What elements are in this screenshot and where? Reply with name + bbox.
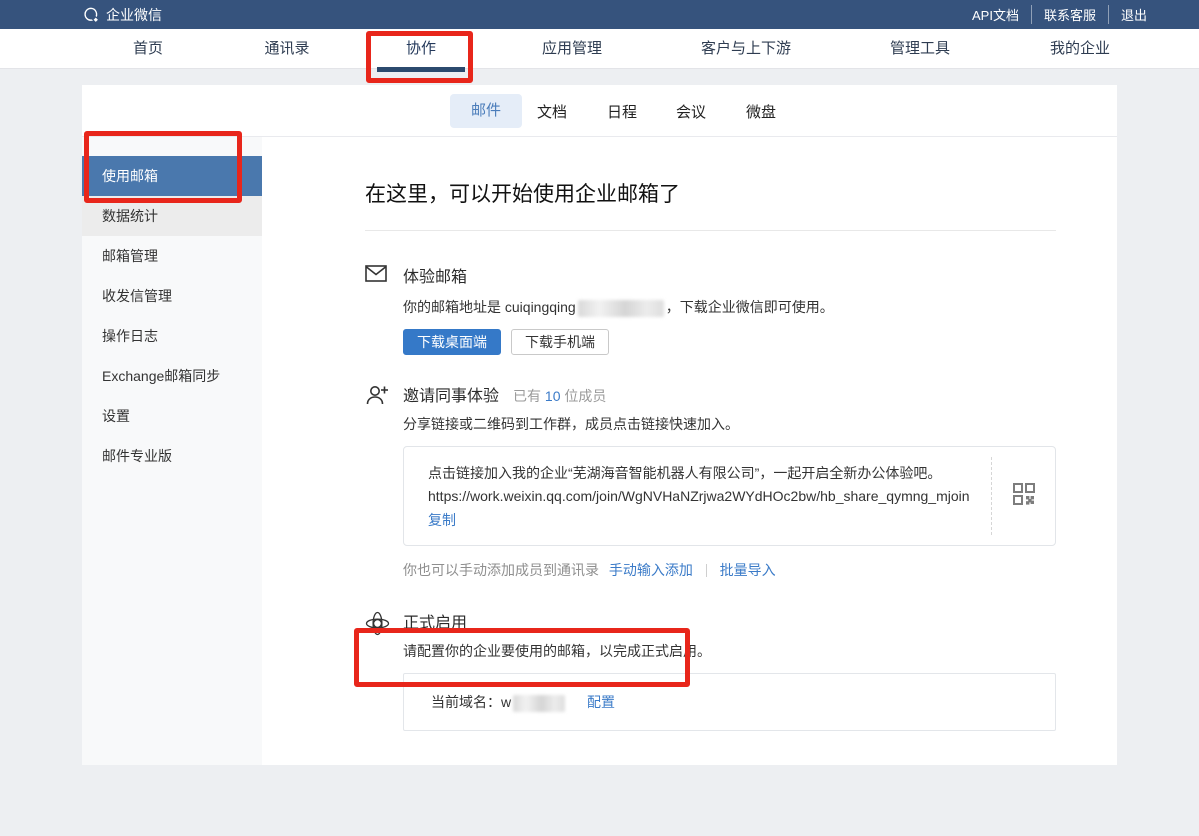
sidebar-item-mailbox-management[interactable]: 邮箱管理 <box>82 236 262 276</box>
main-card: 邮件 文档 日程 会议 微盘 使用邮箱 数据统计 邮箱管理 收发信管理 操作日志… <box>82 85 1117 765</box>
sidebar-item-operation-log[interactable]: 操作日志 <box>82 316 262 356</box>
logo-text: 企业微信 <box>106 5 162 25</box>
subtab-drive[interactable]: 微盘 <box>746 101 776 122</box>
configure-domain-link[interactable]: 配置 <box>587 694 615 710</box>
section-title: 邀请同事体验 <box>403 382 499 406</box>
main-nav: 首页 通讯录 协作 应用管理 客户与上下游 管理工具 我的企业 <box>0 29 1199 69</box>
sidebar-item-statistics[interactable]: 数据统计 <box>82 196 262 236</box>
download-mobile-button[interactable]: 下载手机端 <box>511 329 609 355</box>
nav-tab-admin-tools[interactable]: 管理工具 <box>890 29 950 69</box>
separator <box>706 564 707 577</box>
wework-admin-page: 企业微信 API文档 联系客服 退出 首页 通讯录 协作 应用管理 客户与上下游… <box>0 0 1199 836</box>
redacted-domain <box>513 695 565 712</box>
share-invite-url: https://work.weixin.qq.com/join/WgNVHaNZ… <box>428 485 970 508</box>
qr-code-icon <box>1013 483 1035 510</box>
sidebar-item-exchange-sync[interactable]: Exchange邮箱同步 <box>82 356 262 396</box>
activation-description: 请配置你的企业要使用的邮箱，以完成正式启用。 <box>403 641 1056 661</box>
current-domain-box: 当前域名：w 配置 <box>403 673 1056 731</box>
subtab-calendar[interactable]: 日程 <box>607 101 637 122</box>
nav-tab-home[interactable]: 首页 <box>133 29 163 69</box>
logout-link[interactable]: 退出 <box>1108 5 1159 24</box>
mail-sidebar: 使用邮箱 数据统计 邮箱管理 收发信管理 操作日志 Exchange邮箱同步 设… <box>82 137 262 765</box>
download-buttons: 下载桌面端 下载手机端 <box>403 329 1056 355</box>
api-docs-link[interactable]: API文档 <box>960 5 1031 24</box>
nav-tab-customers[interactable]: 客户与上下游 <box>701 29 791 69</box>
section-invite-colleagues: 邀请同事体验 已有 10 位成员 分享链接或二维码到工作群，成员点击链接快速加入… <box>365 382 1056 580</box>
qr-code-button[interactable] <box>991 457 1055 535</box>
member-count: 10 <box>545 388 561 404</box>
manual-input-add-link[interactable]: 手动输入添加 <box>609 562 693 578</box>
section-official-activation: 正式启用 请配置你的企业要使用的邮箱，以完成正式启用。 当前域名：w 配置 <box>365 609 1056 731</box>
batch-import-link[interactable]: 批量导入 <box>720 562 776 578</box>
current-domain-label: 当前域名：w <box>431 694 511 710</box>
title-divider <box>365 230 1056 231</box>
share-invite-text: 点击链接加入我的企业“芜湖海音智能机器人有限公司”，一起开启全新办公体验吧。 <box>428 462 970 485</box>
orbit-icon <box>365 609 403 731</box>
manual-add-row: 你也可以手动添加成员到通讯录 手动输入添加 批量导入 <box>403 560 1056 580</box>
top-links: API文档 联系客服 退出 <box>960 0 1159 29</box>
contact-support-link[interactable]: 联系客服 <box>1031 5 1108 24</box>
subtab-mail[interactable]: 邮件 <box>450 94 522 128</box>
sidebar-item-mail-pro[interactable]: 邮件专业版 <box>82 436 262 476</box>
copy-link[interactable]: 复制 <box>428 509 456 532</box>
invite-description: 分享链接或二维码到工作群，成员点击链接快速加入。 <box>403 414 1056 434</box>
sidebar-item-send-receive[interactable]: 收发信管理 <box>82 276 262 316</box>
top-bar: 企业微信 API文档 联系客服 退出 <box>0 0 1199 29</box>
active-tab-underline <box>377 67 465 72</box>
mailbox-address-text: 你的邮箱地址是 cuiqingqing，下载企业微信即可使用。 <box>403 297 1056 317</box>
nav-tab-app-management[interactable]: 应用管理 <box>542 29 602 69</box>
card-body: 使用邮箱 数据统计 邮箱管理 收发信管理 操作日志 Exchange邮箱同步 设… <box>82 137 1117 765</box>
download-desktop-button[interactable]: 下载桌面端 <box>403 329 501 355</box>
sidebar-item-settings[interactable]: 设置 <box>82 396 262 436</box>
page-title: 在这里，可以开始使用企业邮箱了 <box>365 178 1056 208</box>
add-person-icon <box>365 382 403 580</box>
redacted-email <box>578 300 664 317</box>
content-area: 在这里，可以开始使用企业邮箱了 体验邮箱 <box>262 137 1117 765</box>
share-link-box: 点击链接加入我的企业“芜湖海音智能机器人有限公司”，一起开启全新办公体验吧。 h… <box>403 446 1056 546</box>
nav-tab-collaboration[interactable]: 协作 <box>406 29 436 69</box>
wework-logo[interactable]: 企业微信 <box>82 0 162 29</box>
nav-tab-my-company[interactable]: 我的企业 <box>1050 29 1110 69</box>
subtab-meeting[interactable]: 会议 <box>676 101 706 122</box>
section-title: 体验邮箱 <box>403 263 467 287</box>
section-experience-mailbox: 体验邮箱 你的邮箱地址是 cuiqingqing，下载企业微信即可使用。 下载桌… <box>365 263 1056 355</box>
envelope-icon <box>365 263 403 355</box>
chat-bubble-icon <box>82 6 100 24</box>
member-count-text: 已有 10 位成员 <box>513 386 606 406</box>
section-title: 正式启用 <box>403 609 467 633</box>
subtab-docs[interactable]: 文档 <box>537 101 567 122</box>
manual-add-text: 你也可以手动添加成员到通讯录 <box>403 562 599 578</box>
subtab-row: 邮件 文档 日程 会议 微盘 <box>82 85 1117 137</box>
sidebar-item-use-mailbox[interactable]: 使用邮箱 <box>82 156 262 196</box>
nav-tab-contacts[interactable]: 通讯录 <box>264 29 309 69</box>
